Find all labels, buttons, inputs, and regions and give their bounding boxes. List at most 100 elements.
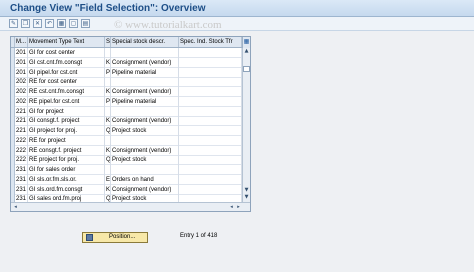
copy-icon[interactable]: ❐ <box>21 19 30 28</box>
cell-movement-type-text: GI sls.or.fm.sls.or. <box>28 174 105 185</box>
cell-movement-type: 222 <box>16 145 28 156</box>
cell-special-stock-descr: Project stock <box>111 155 179 166</box>
table-row[interactable]: 221 GI for project <box>11 106 242 117</box>
cell-movement-type-text: RE project for proj. <box>28 155 105 166</box>
cell-special-stock-descr: Project stock <box>111 126 179 136</box>
position-button[interactable]: Position... <box>82 232 148 243</box>
scroll-left-end-icon[interactable]: ◂ <box>228 204 235 211</box>
cell-movement-type: 201 <box>16 57 28 68</box>
cell-spec-ind-stock-tfr <box>179 174 242 185</box>
cell-spec-ind-stock-tfr <box>179 57 242 68</box>
scroll-left-icon[interactable]: ◂ <box>12 204 19 211</box>
cell-movement-type-text: GI sls.ord.fm.consgt <box>28 184 105 195</box>
scroll-up-icon[interactable]: ▲ <box>243 48 250 55</box>
cell-movement-type-text: RE for project <box>28 135 105 146</box>
table-row[interactable]: 231 GI for sales order <box>11 165 242 175</box>
deselect-all-icon[interactable]: ▢ <box>69 19 78 28</box>
cell-movement-type: 221 <box>16 116 28 127</box>
col-special-stock-descr-header[interactable]: Special stock descr. <box>111 37 179 47</box>
cell-movement-type-text: GI cst.cnt.fm.consgt <box>28 57 105 68</box>
table-row[interactable]: 231 GI sls.ord.fm.consgt K Consignment (ven… <box>11 184 242 195</box>
scroll-down-icon[interactable]: ▼ <box>243 187 250 194</box>
cell-special-stock-descr <box>111 135 179 146</box>
cell-spec-ind-stock-tfr <box>179 126 242 136</box>
cell-movement-type: 221 <box>16 126 28 136</box>
table-row[interactable]: 201 GI for cost center <box>11 48 242 58</box>
table-row[interactable]: 221 GI consgt.f. project K Consignment (ven… <box>11 116 242 127</box>
table-row[interactable]: 201 GI cst.cnt.fm.consgt K Consignment (ven… <box>11 57 242 68</box>
cell-movement-type: 222 <box>16 135 28 146</box>
cell-spec-ind-stock-tfr <box>179 145 242 156</box>
table-row[interactable]: 202 RE for cost center <box>11 77 242 88</box>
cell-spec-ind-stock-tfr <box>179 165 242 175</box>
cell-movement-type-text: RE cst.cnt.fm.consgt <box>28 87 105 97</box>
table-row[interactable]: 231 GI sls.or.fm.sls.or. E Orders on hand <box>11 174 242 185</box>
select-all-icon[interactable]: ▦ <box>57 19 66 28</box>
cell-movement-type: 202 <box>16 96 28 107</box>
cell-special-stock-descr: Consignment (vendor) <box>111 145 179 156</box>
table-row[interactable]: 222 RE consgt.f. project K Consignment (ven… <box>11 145 242 156</box>
cell-spec-ind-stock-tfr <box>179 184 242 195</box>
entry-status: Entry 1 of 418 <box>180 233 218 239</box>
cell-spec-ind-stock-tfr <box>179 135 242 146</box>
cell-special-stock-descr <box>111 106 179 117</box>
cell-special-stock-descr <box>111 165 179 175</box>
table-row[interactable]: 202 RE pipel.for cst.cnt P Pipeline materia… <box>11 96 242 107</box>
title-bar: Change View "Field Selection": Overview <box>0 0 474 17</box>
cell-movement-type: 202 <box>16 77 28 88</box>
scrollbar-thumb[interactable] <box>243 66 250 72</box>
cell-spec-ind-stock-tfr <box>179 155 242 166</box>
position-button-label: Position... <box>109 234 136 240</box>
cell-special-stock-descr <box>111 48 179 58</box>
cell-movement-type: 231 <box>16 184 28 195</box>
horizontal-scrollbar[interactable]: ◂ ◂ ▸ <box>11 202 250 211</box>
col-movement-type-text-header[interactable]: Movement Type Text <box>28 37 105 47</box>
cell-spec-ind-stock-tfr <box>179 106 242 117</box>
cell-movement-type-text: GI consgt.f. project <box>28 116 105 127</box>
table-row[interactable]: 202 RE cst.cnt.fm.consgt K Consignment (ven… <box>11 87 242 97</box>
cell-special-stock-descr: Consignment (vendor) <box>111 87 179 97</box>
scroll-right-icon[interactable]: ▸ <box>235 204 242 211</box>
cell-movement-type-text: RE for cost center <box>28 77 105 88</box>
table-row[interactable]: 222 RE project for proj. Q Project stock <box>11 155 242 166</box>
vertical-scrollbar[interactable]: ▲ ▼ ▼ <box>242 48 250 202</box>
cell-movement-type-text: GI for cost center <box>28 48 105 58</box>
cell-special-stock-descr <box>111 77 179 88</box>
application-toolbar: ✎ ❐ ✕ ↶ ▦ ▢ ▤ <box>0 17 474 31</box>
cell-special-stock-descr: Consignment (vendor) <box>111 57 179 68</box>
cell-spec-ind-stock-tfr <box>179 77 242 88</box>
cell-movement-type: 221 <box>16 106 28 117</box>
table-header: M... Movement Type Text S Special stock … <box>11 37 250 48</box>
col-spec-ind-stock-header[interactable]: Spec. Ind. Stock Tfr <box>179 37 242 47</box>
cell-movement-type-text: GI pipel.for cst.cnt <box>28 67 105 78</box>
table-row[interactable]: 222 RE for project <box>11 135 242 146</box>
select-block-icon[interactable]: ▤ <box>81 19 90 28</box>
new-entries-icon[interactable]: ✎ <box>9 19 18 28</box>
page-title: Change View "Field Selection": Overview <box>10 3 206 14</box>
scroll-end-icon[interactable]: ▼ <box>243 194 250 201</box>
cell-spec-ind-stock-tfr <box>179 48 242 58</box>
cell-special-stock-descr: Consignment (vendor) <box>111 116 179 127</box>
cell-spec-ind-stock-tfr <box>179 67 242 78</box>
cell-spec-ind-stock-tfr <box>179 87 242 97</box>
cell-movement-type-text: GI for sales order <box>28 165 105 175</box>
table-row[interactable]: 221 GI project for proj. Q Project stock <box>11 126 242 136</box>
cell-special-stock-descr: Orders on hand <box>111 174 179 185</box>
delete-icon[interactable]: ✕ <box>33 19 42 28</box>
cell-movement-type: 201 <box>16 48 28 58</box>
table-row[interactable]: 201 GI pipel.for cst.cnt P Pipeline materia… <box>11 67 242 78</box>
cell-movement-type: 201 <box>16 67 28 78</box>
field-selection-table: M... Movement Type Text S Special stock … <box>10 36 251 212</box>
cell-movement-type: 222 <box>16 155 28 166</box>
cell-movement-type-text: GI for project <box>28 106 105 117</box>
cell-movement-type-text: GI project for proj. <box>28 126 105 136</box>
cell-special-stock-descr: Consignment (vendor) <box>111 184 179 195</box>
cell-movement-type: 202 <box>16 87 28 97</box>
cell-special-stock-descr: Pipeline material <box>111 67 179 78</box>
col-m-header[interactable]: M... <box>15 37 28 47</box>
cell-movement-type-text: RE consgt.f. project <box>28 145 105 156</box>
undo-icon[interactable]: ↶ <box>45 19 54 28</box>
table-settings-icon[interactable]: ▦ <box>242 37 250 48</box>
cell-movement-type-text: RE pipel.for cst.cnt <box>28 96 105 107</box>
cell-spec-ind-stock-tfr <box>179 116 242 127</box>
